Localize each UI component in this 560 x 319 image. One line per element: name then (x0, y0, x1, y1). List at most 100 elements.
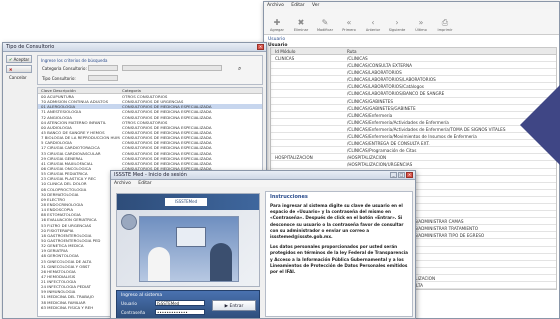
module-cell: HOSPITALIZACION (275, 155, 313, 161)
module-cell (271, 90, 345, 96)
category-name-input[interactable] (122, 65, 222, 71)
module-cell (271, 140, 345, 146)
login-titlebar: ISSSTE Med - Inicio de sesión _ □ × (111, 171, 415, 180)
first-button[interactable]: «Primero (339, 18, 359, 32)
route-cell: /CLINICAS/CONSULTA EXTERNA (347, 63, 412, 69)
table-row[interactable]: /CLINICAS/Enfermería/Movimientos de Insu… (271, 133, 556, 141)
password-input[interactable]: ••••••••••••• (155, 309, 205, 315)
search-criteria-panel: Ingrese los criterios de búsqueda Catego… (37, 55, 263, 85)
grid-header: Id Módulo Ruta (271, 48, 556, 55)
catalog-actions: ✔ Aceptar ✖ Cancelar (6, 55, 32, 80)
user-label: Usuario (121, 301, 137, 306)
table-row[interactable]: /CLINICAS/Programación de Citas (271, 147, 556, 155)
table-row[interactable]: /CLINICAS/GABINETES (271, 98, 556, 105)
first-icon: « (346, 18, 352, 27)
login-menu-editar[interactable]: Editar (138, 181, 151, 186)
module-cell (271, 98, 345, 104)
arrow-right-icon: ▶ (224, 304, 229, 309)
close-icon[interactable]: × (406, 172, 413, 178)
staff-photo (139, 216, 239, 282)
module-cell: CLINICAS (275, 56, 295, 61)
admin-menubar: Archivo Editar Ver (264, 2, 559, 9)
accept-button[interactable]: ✔ Aceptar (6, 55, 32, 63)
binoculars-icon[interactable]: ⌕ (238, 65, 241, 73)
admin-toolbar: ✚ Agregar ✖ Eliminar ✎ Modificar «Primero ‹… (264, 9, 559, 35)
delete-icon: ✖ (297, 18, 305, 27)
module-cell (271, 133, 345, 139)
seal-emblem (121, 214, 137, 230)
desktop: Archivo Editar Ver ✚ Agregar ✖ Eliminar ✎ M… (0, 0, 560, 319)
person-figure (148, 247, 170, 281)
password-label: Contraseña (121, 310, 146, 315)
minimize-icon[interactable]: _ (390, 172, 397, 178)
menu-editar[interactable]: Editar (291, 3, 304, 8)
maximize-icon[interactable]: □ (398, 172, 405, 178)
table-row[interactable]: /CLINICAS/Enfermería (271, 112, 556, 119)
route-cell: /CLINICAS (347, 56, 368, 61)
edit-button[interactable]: ✎ Modificar (315, 18, 335, 32)
table-row[interactable]: /CLINICAS/Enfermería/Actividades de Enfe… (271, 119, 556, 126)
table-row[interactable]: /CLINICAS/LABORATORIOS/BANCO DE SANGRE (271, 90, 556, 98)
category-label: Categoría Consultorio: (42, 66, 87, 71)
type-code-input[interactable] (88, 75, 118, 81)
cancel-button[interactable]: ✖ Cancelar (6, 65, 32, 80)
table-row[interactable]: /CLINICAS/ENTREGA DE CONSULTA EXT. (271, 140, 556, 148)
prev-button[interactable]: ‹ Anterior (363, 18, 383, 32)
edit-icon: ✎ (321, 18, 329, 27)
table-row[interactable]: /CLINICAS/Enfermería/Actividades de Enfe… (271, 126, 556, 134)
table-row[interactable]: /CLINICAS/LABORATORIOS/Catálogos (271, 83, 556, 91)
login-form: Ingreso al sistema Usuario ISSSTEMed Con… (116, 290, 260, 318)
category-code-input[interactable] (88, 65, 118, 71)
consultorio-desc: 63 MEDICINA FISICA Y REH (41, 304, 94, 310)
section-label: Usuario (268, 37, 286, 42)
table-row[interactable]: /CLINICAS/LABORATORIOS/LABORATORIOS (271, 76, 556, 84)
module-cell (271, 126, 345, 132)
module-cell (271, 119, 345, 125)
module-cell (271, 76, 345, 82)
catalog-header-category[interactable]: Categoría (120, 88, 262, 93)
enter-button[interactable]: ▶ Entrar (212, 300, 256, 311)
grid-header-route[interactable]: Ruta (345, 48, 556, 54)
table-row[interactable]: CLINICAS/CLINICAS (271, 55, 556, 63)
login-form-title: Ingreso al sistema (121, 293, 163, 298)
table-row[interactable]: HOSPITALIZACION/HOSPITALIZACION (271, 154, 556, 162)
play-marker-shape (520, 70, 560, 180)
delete-button[interactable]: ✖ Eliminar (291, 18, 311, 32)
login-menu-archivo[interactable]: Archivo (114, 181, 131, 186)
brand-strip: ISSSTEMed (117, 194, 259, 210)
person-figure (210, 243, 232, 281)
next-icon: › (395, 18, 399, 27)
catalog-titlebar: Tipo de Consultorio × (3, 43, 266, 52)
login-menubar: Archivo Editar (111, 180, 415, 187)
menu-ver[interactable]: Ver (312, 3, 319, 8)
login-title: ISSSTE Med - Inicio de sesión (114, 172, 187, 178)
last-button[interactable]: » Último (411, 18, 431, 32)
grid-header-module[interactable]: Id Módulo (271, 48, 345, 54)
brand-banner: ISSSTEMed (116, 193, 260, 287)
table-row[interactable]: /HOSPITALIZACION/URGENCIAS (271, 161, 556, 169)
criteria-title: Ingrese los criterios de búsqueda (41, 58, 108, 63)
menu-archivo[interactable]: Archivo (267, 3, 284, 8)
table-row[interactable]: /CLINICAS/LABORATORIOS (271, 69, 556, 77)
instructions-title: Instrucciones (270, 194, 308, 200)
monitor-graphic (176, 227, 206, 247)
instructions-text: Para ingresar al sistema digite su clave… (270, 203, 404, 240)
login-window: ISSSTE Med - Inicio de sesión _ □ × Arch… (110, 170, 416, 319)
cancel-icon: ✖ (9, 67, 13, 72)
module-cell (271, 112, 345, 118)
print-button[interactable]: ⎙ Imprimir (435, 18, 455, 32)
module-cell (271, 147, 345, 153)
table-row[interactable]: /CLINICAS/CONSULTA EXTERNA (271, 62, 556, 70)
module-cell (271, 105, 345, 111)
module-cell (271, 161, 345, 167)
next-button[interactable]: › Siguiente (387, 18, 407, 32)
add-button[interactable]: ✚ Agregar (267, 18, 287, 32)
print-icon: ⎙ (441, 18, 449, 27)
user-input[interactable]: ISSSTEMed (155, 300, 205, 306)
table-row[interactable]: /CLINICAS/GABINETES/GABINETE (271, 105, 556, 112)
module-cell (271, 62, 345, 68)
catalog-header-desc[interactable]: Clave Descripción (38, 88, 120, 93)
privacy-text: Los datos personales proporcionados por … (270, 244, 408, 275)
check-icon: ✔ (9, 57, 13, 62)
close-icon[interactable]: × (257, 44, 264, 50)
